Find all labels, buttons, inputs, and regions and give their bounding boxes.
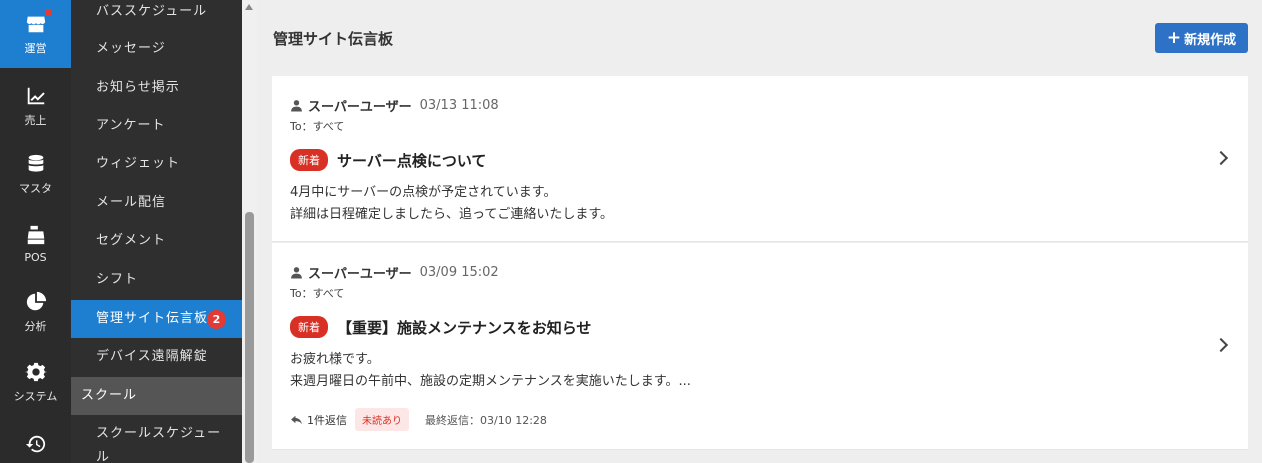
user-icon: [291, 267, 302, 279]
sub-item-widget[interactable]: ウィジェット: [71, 145, 242, 183]
user-icon: [291, 100, 302, 112]
post-body-line: お疲れ様です。: [290, 352, 380, 367]
sub-item-messages[interactable]: メッセージ: [71, 30, 242, 68]
rail-label: 分析: [24, 319, 47, 333]
reply-count[interactable]: 1件返信: [307, 412, 347, 428]
rail-item-pos[interactable]: POS: [0, 210, 71, 278]
sub-menu: バススケジュール メッセージ お知らせ掲示 アンケート ウィジェット メール配信…: [71, 0, 242, 463]
cash-register-icon: [27, 225, 44, 245]
store-icon: [26, 16, 45, 32]
last-reply-time: 最終返信：03/10 12:28: [425, 413, 547, 427]
rail-label: POS: [24, 251, 47, 264]
new-badge: 新着: [290, 149, 328, 171]
rail-label: 売上: [24, 113, 47, 127]
chevron-right-icon[interactable]: [1213, 150, 1229, 166]
rail-item-analytics[interactable]: 分析: [0, 278, 71, 346]
scroll-up-arrow[interactable]: [245, 4, 253, 10]
page-title: 管理サイト伝言板: [273, 30, 394, 48]
plus-icon: +: [1166, 27, 1182, 48]
sub-item-mail[interactable]: メール配信: [71, 184, 242, 222]
history-icon: [25, 435, 45, 452]
sub-item-notices[interactable]: お知らせ掲示: [71, 69, 242, 107]
sub-item-remote-unlock[interactable]: デバイス遠隔解錠: [71, 338, 242, 376]
rail-item-operations[interactable]: 運営: [0, 0, 71, 68]
sub-item-label: 管理サイト伝言板: [96, 311, 209, 326]
post-recipient: To：すべて: [290, 287, 345, 300]
database-icon: [28, 154, 43, 172]
rail-label: マスタ: [19, 181, 52, 195]
sub-item-bus-schedule[interactable]: バススケジュール: [71, 0, 242, 31]
icon-rail: 運営 売上 マスタ POS 分析 システム: [0, 0, 71, 463]
sidebar-scrollbar[interactable]: [242, 0, 257, 463]
gear-icon: [24, 362, 47, 381]
unread-count-badge: 2: [207, 310, 226, 329]
rail-item-history[interactable]: [0, 412, 71, 463]
post-title: サーバー点検について: [337, 151, 487, 170]
new-badge: 新着: [290, 316, 328, 338]
rail-label: システム: [13, 389, 58, 403]
rail-item-master[interactable]: マスタ: [0, 140, 71, 208]
post-title: 【重要】施設メンテナンスをお知らせ: [337, 318, 592, 337]
sub-item-shift[interactable]: シフト: [71, 261, 242, 299]
post-body: 4月中にサーバーの点検が予定されています。 詳細は日程確定しましたら、追ってご連…: [290, 182, 613, 226]
unread-badge: 未読あり: [355, 408, 409, 431]
sub-item-message-board[interactable]: 管理サイト伝言板 2: [71, 300, 242, 338]
rail-item-sales[interactable]: 売上: [0, 72, 71, 140]
rail-item-system[interactable]: システム: [0, 348, 71, 416]
sub-item-segment[interactable]: セグメント: [71, 222, 242, 260]
post-time: 03/09 15:02: [419, 265, 499, 280]
post-body-line: 来週月曜日の午前中、施設の定期メンテナンスを実施いたします。...: [290, 374, 691, 389]
post-meta: スーパーユーザー 03/09 15:02: [290, 263, 499, 282]
post-body: お疲れ様です。 来週月曜日の午前中、施設の定期メンテナンスを実施いたします。..…: [290, 349, 691, 393]
new-post-label: 新規作成: [1184, 32, 1237, 48]
post-recipient: To：すべて: [290, 120, 345, 133]
post-card[interactable]: スーパーユーザー 03/13 11:08 To：すべて 新着 サーバー点検につい…: [272, 76, 1248, 242]
notification-dot: [45, 9, 52, 16]
post-meta: スーパーユーザー 03/13 11:08: [290, 96, 499, 115]
rail-label: 運営: [24, 41, 47, 55]
reply-icon: [291, 415, 302, 425]
post-footer: 1件返信 未読あり 最終返信：03/10 12:28: [290, 408, 547, 431]
main-content: 管理サイト伝言板 + 新規作成 スーパーユーザー 03/13 11:08 To：…: [257, 0, 1262, 463]
post-author: スーパーユーザー: [308, 100, 412, 115]
chevron-right-icon[interactable]: [1213, 337, 1229, 353]
post-card[interactable]: スーパーユーザー 03/09 15:02 To：すべて 新着 【重要】施設メンテ…: [272, 243, 1248, 450]
new-post-button[interactable]: + 新規作成: [1155, 23, 1248, 53]
post-body-line: 4月中にサーバーの点検が予定されています。: [290, 185, 557, 200]
post-body-line: 詳細は日程確定しましたら、追ってご連絡いたします。: [290, 207, 614, 222]
sub-section-school[interactable]: スクール: [71, 377, 242, 415]
post-title-row: 新着 【重要】施設メンテナンスをお知らせ: [290, 316, 591, 338]
post-author: スーパーユーザー: [308, 267, 412, 282]
chart-line-icon: [27, 87, 45, 104]
post-time: 03/13 11:08: [419, 98, 499, 113]
scroll-thumb[interactable]: [245, 212, 254, 463]
sub-item-survey[interactable]: アンケート: [71, 107, 242, 145]
post-title-row: 新着 サーバー点検について: [290, 149, 486, 171]
pie-chart-icon: [26, 291, 46, 310]
sub-item-school-schedule[interactable]: スクールスケジュール: [71, 422, 242, 463]
